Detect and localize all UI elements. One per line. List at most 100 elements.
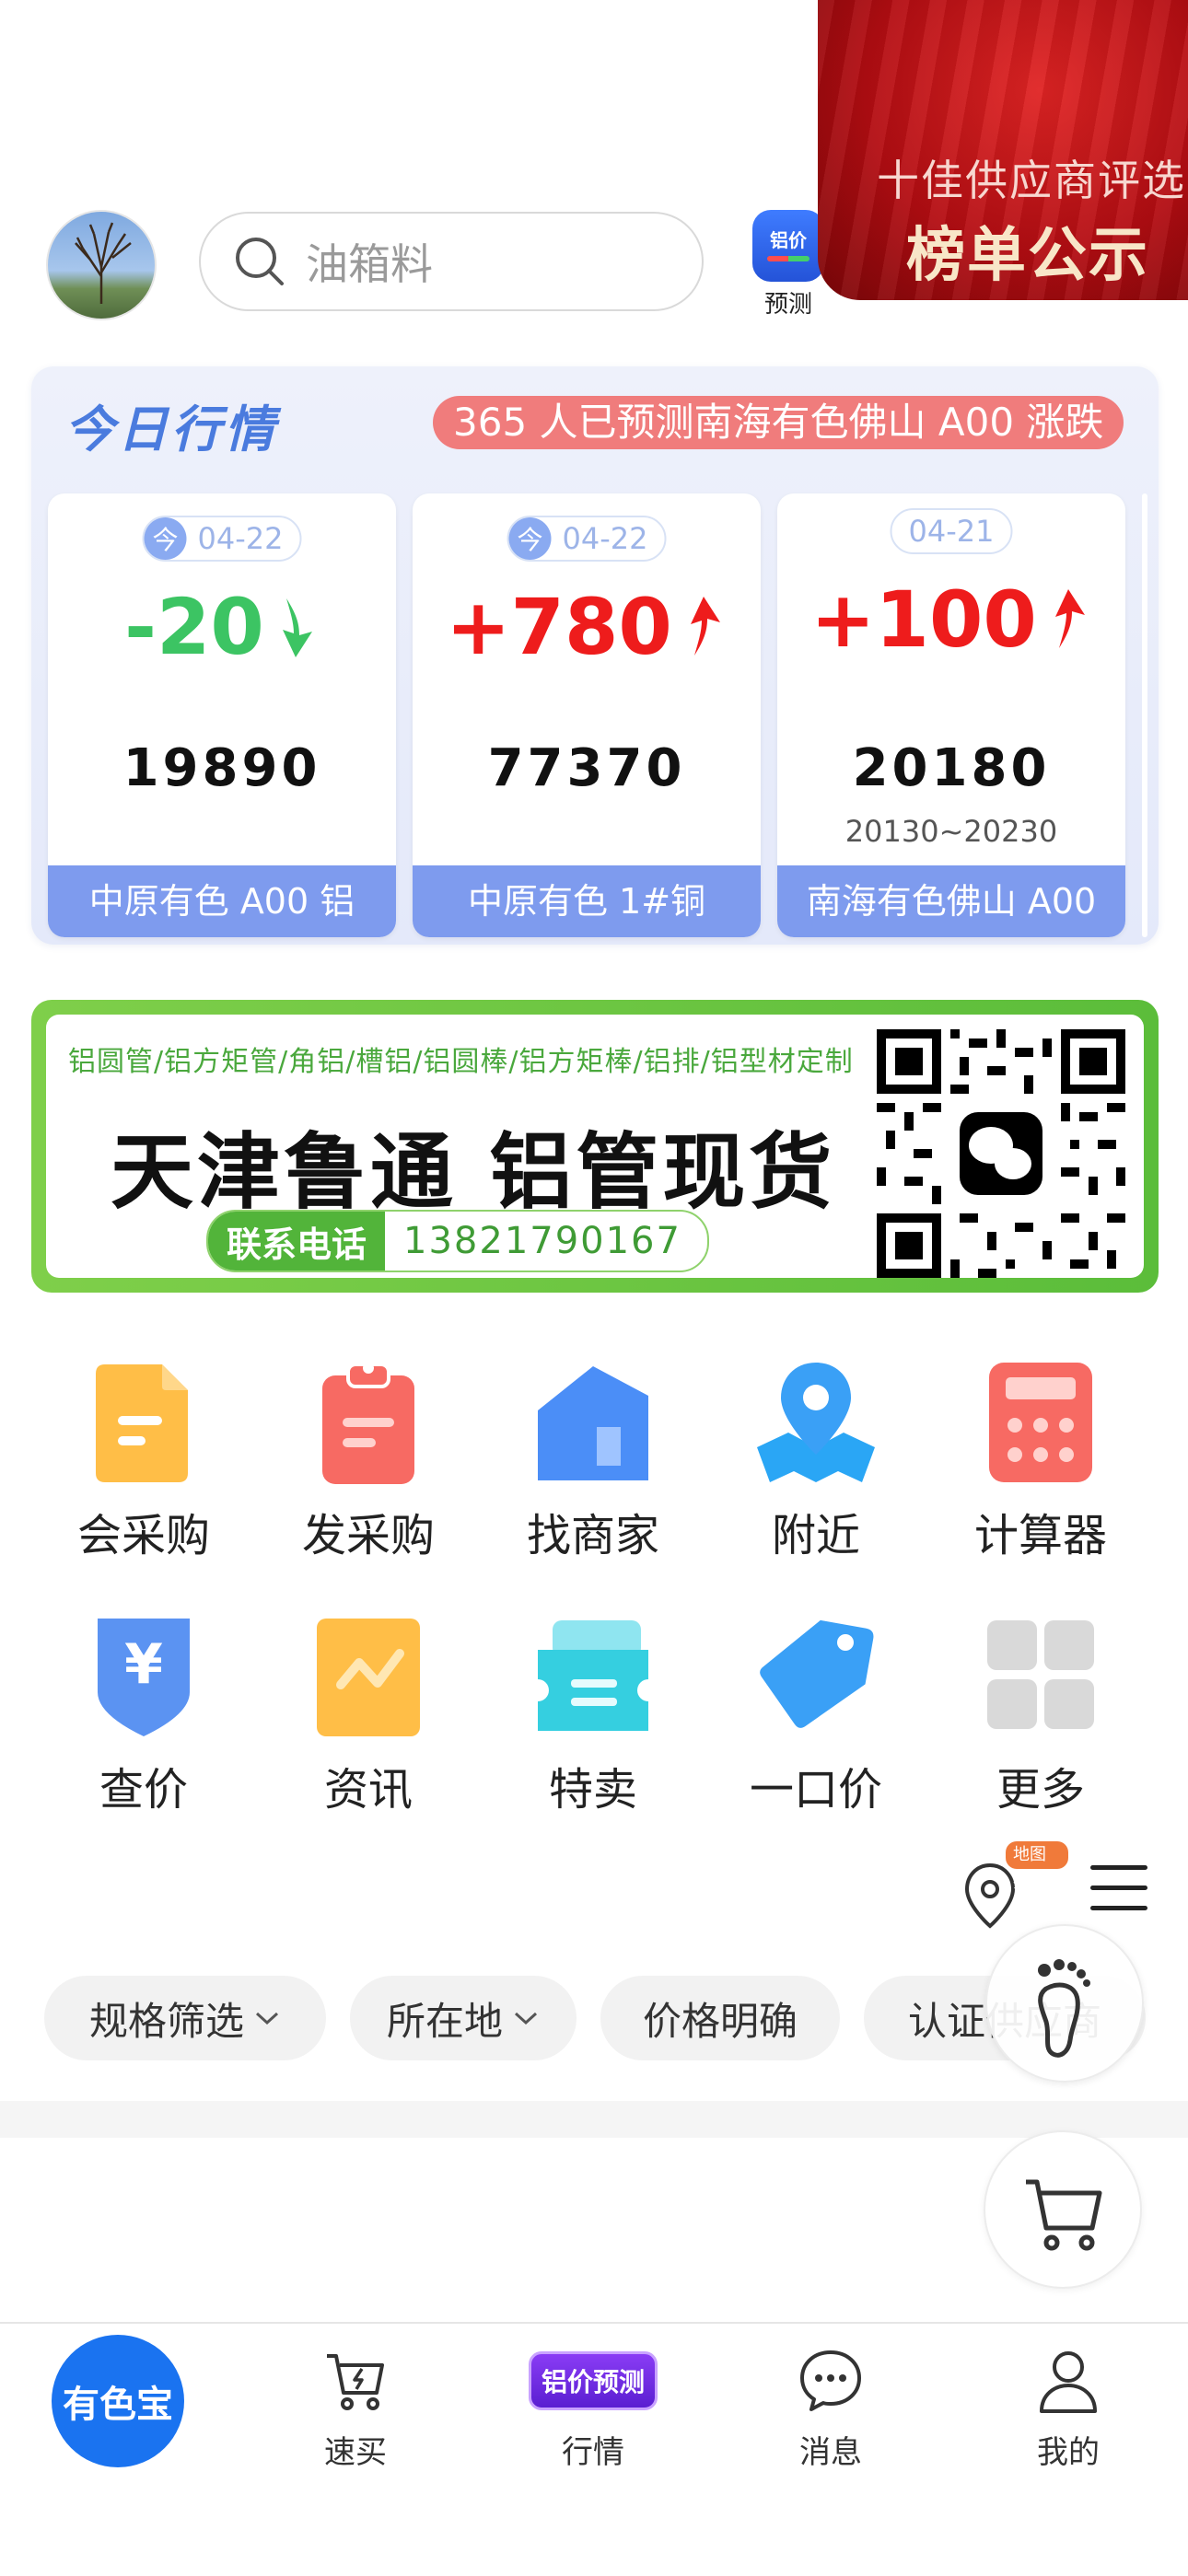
market-title: 今日行情 xyxy=(64,400,278,458)
ticket-icon xyxy=(538,1620,648,1731)
phone-number: 13821790167 xyxy=(403,1220,681,1262)
market-card[interactable]: 今 04-22 +780 77370 中原有色 1#铜 xyxy=(413,493,761,937)
market-card[interactable]: 04-21 +100 20180 20130~20230 南海有色佛山 A00 xyxy=(777,493,1125,937)
ad-banner[interactable]: 铝圆管/铝方矩管/角铝/槽铝/铝圆棒/铝方矩棒/铝排/铝型材定制 天津鲁通 铝管… xyxy=(31,1000,1159,1293)
change-value: -20 xyxy=(124,582,264,672)
market-name: 南海有色佛山 A00 xyxy=(777,865,1125,937)
tree-photo xyxy=(75,222,132,304)
grid-label: 一口价 xyxy=(749,1764,882,1816)
tab-profile[interactable]: 我的 xyxy=(1004,2344,1133,2472)
grid-label: 资讯 xyxy=(323,1764,413,1816)
chip-label: 价格明确 xyxy=(642,1998,798,2044)
grid-item-post-purchase[interactable]: 发采购 xyxy=(267,1359,470,1563)
tab-label: 消息 xyxy=(799,2434,862,2471)
grid-label: 会采购 xyxy=(76,1510,210,1561)
grid-item-news[interactable]: 资讯 xyxy=(267,1613,470,1817)
chat-bubble-icon xyxy=(800,2350,861,2411)
cart-button[interactable] xyxy=(984,2130,1142,2289)
filter-chip-clear-price[interactable]: 价格明确 xyxy=(600,1976,840,2060)
grid-label: 更多 xyxy=(996,1764,1085,1816)
market-name: 中原有色 A00 铝 xyxy=(48,865,396,937)
banner-line2: 榜单公示 xyxy=(906,222,1149,290)
cart-icon xyxy=(1026,2179,1102,2251)
footprint-button[interactable] xyxy=(985,1924,1144,2083)
grid-label: 查价 xyxy=(99,1764,188,1816)
banner-line1: 十佳供应商评选 xyxy=(877,156,1186,205)
grid-label: 计算器 xyxy=(973,1510,1107,1561)
qr-code-icon xyxy=(877,1029,1125,1278)
grid-label: 找商家 xyxy=(526,1510,659,1561)
price-value: 20180 xyxy=(852,738,1051,798)
grid-label: 附近 xyxy=(771,1510,860,1561)
calculator-icon xyxy=(989,1363,1092,1482)
price-range: 20130~20230 xyxy=(844,814,1058,849)
change-value: +100 xyxy=(810,574,1037,665)
ad-headline: 天津鲁通 铝管现货 xyxy=(111,1124,836,1221)
map-find-badge: 地图找货 xyxy=(1006,1841,1068,1892)
phone-label: 联系电话 xyxy=(208,1212,386,1271)
more-grid-icon xyxy=(987,1620,1094,1729)
avatar[interactable] xyxy=(46,210,157,320)
arrow-up-icon xyxy=(1054,589,1085,648)
price-predict-shortcut[interactable]: 铝价 预测 xyxy=(750,210,827,319)
card-date: 04-21 xyxy=(890,508,1013,554)
card-date: 今 04-22 xyxy=(142,516,302,562)
filter-chip-spec[interactable]: 规格筛选 xyxy=(44,1976,326,2060)
arrow-up-icon xyxy=(690,597,720,656)
price-value: 77370 xyxy=(487,738,686,798)
grid-item-find-merchant[interactable]: 找商家 xyxy=(492,1359,694,1563)
document-icon xyxy=(96,1364,188,1482)
grid-item-nearby[interactable]: 附近 xyxy=(715,1359,917,1563)
search-input[interactable]: 油箱料 xyxy=(199,212,704,311)
grid-item-join-purchase[interactable]: 会采购 xyxy=(42,1359,245,1563)
price-change: -20 xyxy=(48,582,396,672)
date-text: 04-22 xyxy=(562,521,648,556)
predict-icon: 铝价 xyxy=(752,210,824,282)
market-predict-tag[interactable]: 365 人已预测南海有色佛山 A00 涨跌 xyxy=(433,396,1124,449)
date-text: 04-22 xyxy=(197,521,284,556)
grid-item-more[interactable]: 更多 xyxy=(939,1613,1142,1817)
ad-phone[interactable]: 联系电话 13821790167 xyxy=(206,1210,709,1272)
price-change: +100 xyxy=(777,574,1125,665)
chevron-down-icon xyxy=(255,2012,279,2025)
tab-label: 行情 xyxy=(562,2434,624,2471)
card-date: 今 04-22 xyxy=(507,516,667,562)
search-icon xyxy=(236,238,284,285)
price-value: 19890 xyxy=(122,738,321,798)
supplier-award-banner[interactable]: 十佳供应商评选 榜单公示 xyxy=(818,0,1188,300)
map-find-button[interactable]: 地图找货 xyxy=(958,1841,1068,1933)
price-predict-badge: 铝价预测 xyxy=(529,2351,658,2410)
grid-label: 特卖 xyxy=(548,1764,637,1816)
location-pin-icon xyxy=(964,1862,1016,1929)
grid-item-fixed-price[interactable]: 一口价 xyxy=(715,1613,917,1817)
menu-icon[interactable] xyxy=(1090,1865,1147,1917)
today-badge: 今 xyxy=(144,517,187,560)
grid-item-calculator[interactable]: 计算器 xyxy=(939,1359,1142,1563)
grid-item-check-price[interactable]: ¥ 查价 xyxy=(42,1613,245,1817)
date-text: 04-21 xyxy=(908,514,995,549)
grid-label: 发采购 xyxy=(301,1510,435,1561)
tab-label: 速买 xyxy=(324,2434,387,2471)
market-card[interactable]: 今 04-22 -20 19890 中原有色 A00 铝 xyxy=(48,493,396,937)
chip-label: 规格筛选 xyxy=(88,1998,244,2044)
user-icon xyxy=(1040,2351,1097,2413)
footprint-icon xyxy=(1038,1959,1090,2058)
tab-home[interactable]: 有色宝 xyxy=(52,2335,184,2467)
chevron-down-icon xyxy=(514,2012,538,2025)
tab-quick-buy[interactable]: 速买 xyxy=(291,2344,420,2472)
change-value: +780 xyxy=(446,582,672,672)
tab-messages[interactable]: 消息 xyxy=(766,2344,895,2472)
filter-chip-location[interactable]: 所在地 xyxy=(350,1976,577,2060)
chip-label: 所在地 xyxy=(386,1998,503,2044)
search-placeholder: 油箱料 xyxy=(306,239,433,289)
svg-text:¥: ¥ xyxy=(124,1632,163,1697)
today-badge: 今 xyxy=(508,517,552,560)
price-shield-icon: ¥ xyxy=(98,1619,190,1736)
trend-icon xyxy=(317,1619,420,1736)
map-pin-icon xyxy=(757,1363,875,1482)
grid-item-special-sale[interactable]: 特卖 xyxy=(492,1613,694,1817)
ad-product-tags: 铝圆管/铝方矩管/角铝/槽铝/铝圆棒/铝方矩棒/铝排/铝型材定制 xyxy=(68,1046,854,1078)
tag-icon xyxy=(760,1619,874,1728)
tab-market[interactable]: 铝价预测 行情 xyxy=(529,2344,658,2472)
predict-label: 预测 xyxy=(763,291,812,319)
